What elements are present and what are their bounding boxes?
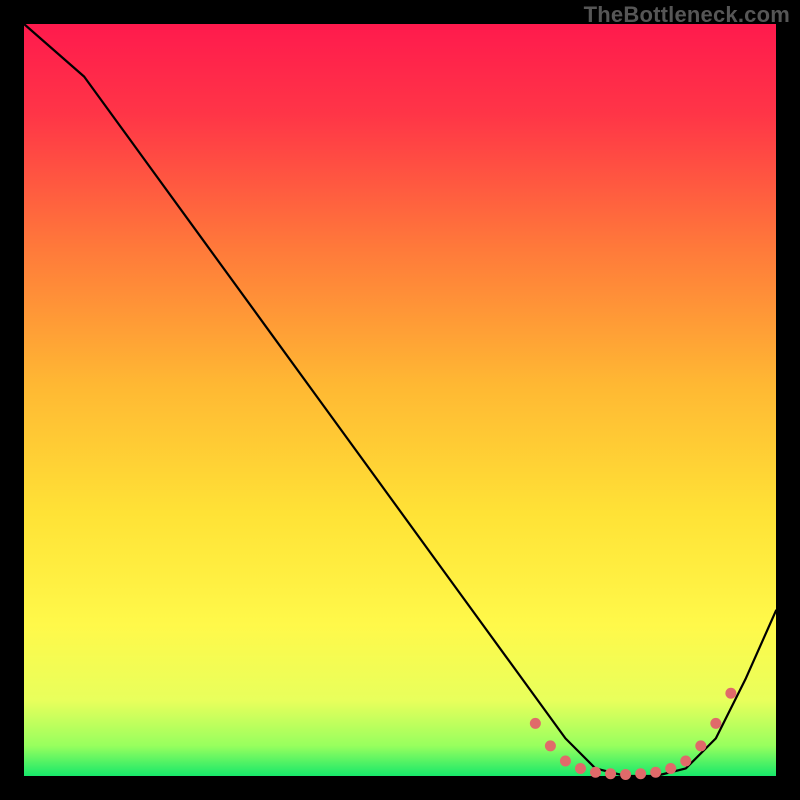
sample-point: [710, 718, 721, 729]
sample-point: [635, 768, 646, 779]
sample-point: [620, 769, 631, 780]
chart-frame: { "attribution": "TheBottleneck.com", "c…: [0, 0, 800, 800]
sample-point: [530, 718, 541, 729]
sample-point: [725, 688, 736, 699]
sample-point: [605, 768, 616, 779]
plot-background: [24, 24, 776, 776]
sample-point: [560, 755, 571, 766]
sample-point: [695, 740, 706, 751]
bottleneck-chart: [0, 0, 800, 800]
sample-point: [590, 767, 601, 778]
sample-point: [545, 740, 556, 751]
sample-point: [650, 767, 661, 778]
sample-point: [575, 763, 586, 774]
sample-point: [665, 763, 676, 774]
sample-point: [680, 755, 691, 766]
